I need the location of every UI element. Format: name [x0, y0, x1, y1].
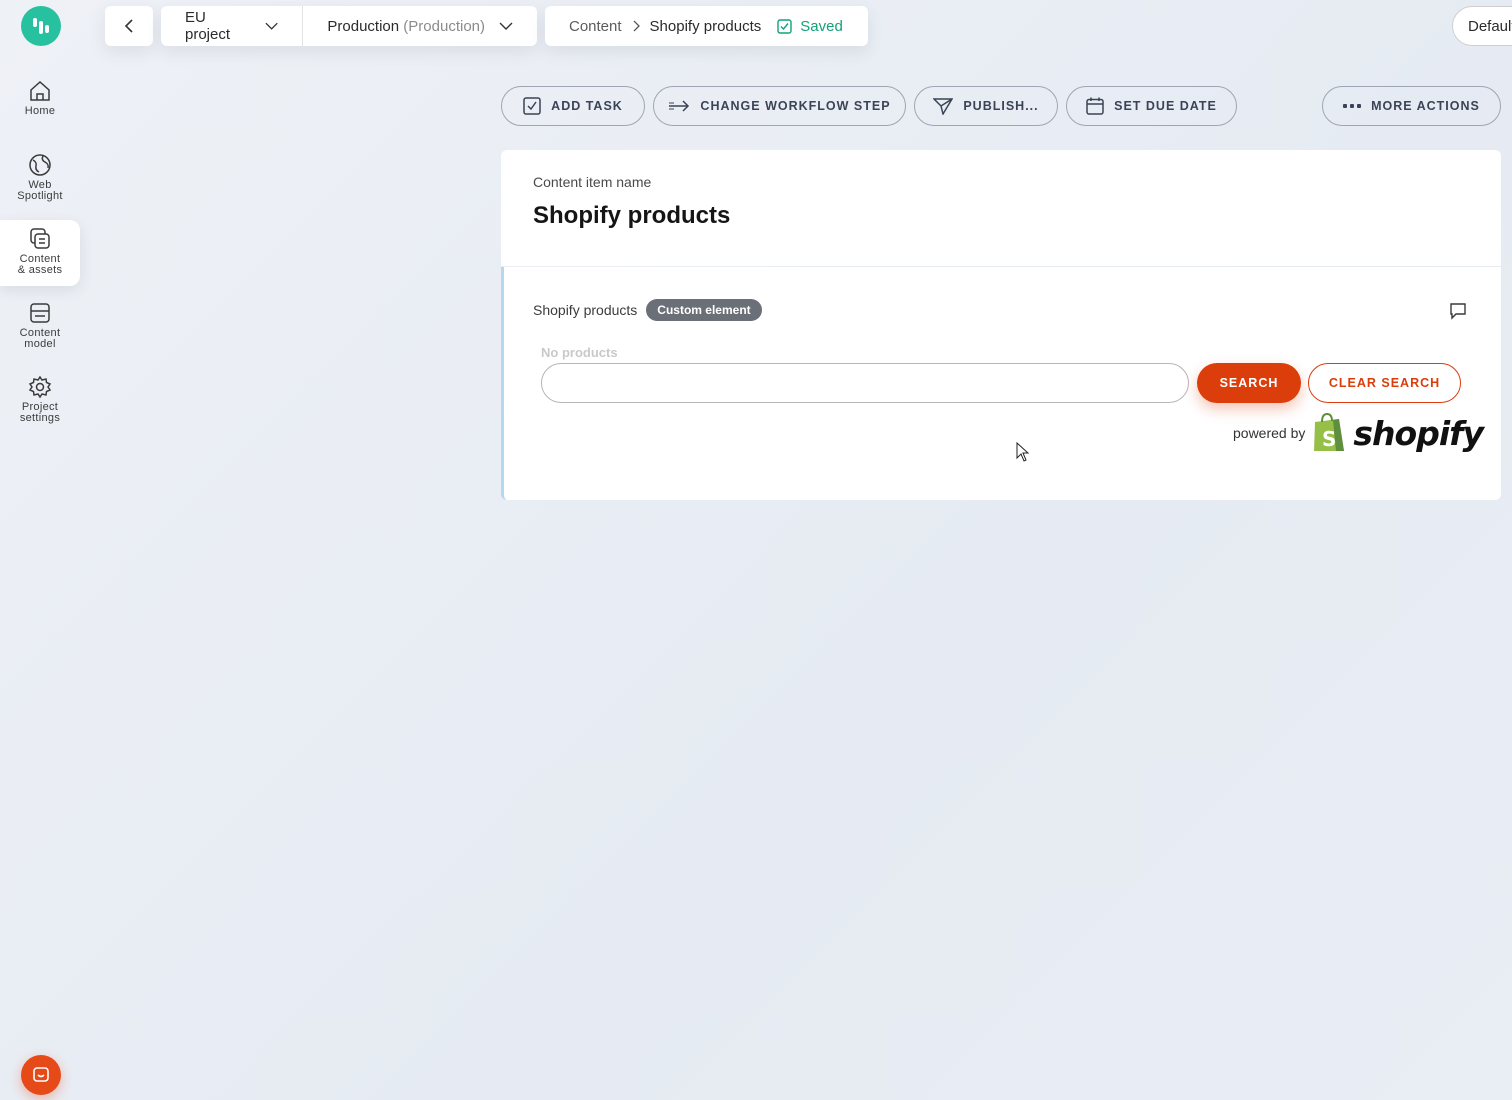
- project-name: EU project: [185, 9, 231, 43]
- nav-label-home: Home: [24, 105, 56, 117]
- comment-icon[interactable]: [1448, 301, 1468, 321]
- nav-item-web-spotlight[interactable]: Web Spotlight: [0, 146, 80, 212]
- add-task-label: ADD TASK: [551, 99, 623, 113]
- breadcrumb: Content Shopify products Saved: [545, 6, 868, 46]
- no-products-text: No products: [541, 345, 618, 360]
- content-item-name-section: Content item name Shopify products: [501, 150, 1501, 266]
- content-assets-icon: [30, 228, 50, 249]
- breadcrumb-current: Shopify products: [649, 17, 762, 35]
- more-dots-icon: [1343, 104, 1362, 108]
- chat-icon: [33, 1067, 49, 1082]
- more-actions-button[interactable]: MORE ACTIONS: [1322, 86, 1501, 126]
- nav-label-content-model: Content model: [19, 327, 61, 350]
- project-selector[interactable]: EU project: [161, 6, 302, 46]
- back-button[interactable]: [105, 6, 153, 46]
- logo-icon: [33, 18, 49, 34]
- chevron-down-icon: [499, 22, 513, 30]
- content-item-name[interactable]: Shopify products: [533, 202, 1469, 230]
- environment-name: Production: [327, 17, 400, 35]
- shopify-bag-icon: S: [1314, 413, 1345, 451]
- shopify-products-element: Shopify products Custom element No produ…: [501, 267, 1501, 500]
- save-status-label: Saved: [800, 17, 843, 35]
- environment-selector[interactable]: Production (Production): [302, 6, 537, 46]
- more-actions-label: MORE ACTIONS: [1371, 99, 1480, 113]
- default-label: Default: [1468, 17, 1512, 35]
- mouse-cursor-icon: [1016, 442, 1030, 462]
- app-logo[interactable]: [21, 6, 61, 46]
- chevron-right-icon: [633, 20, 640, 32]
- save-status: Saved: [777, 18, 843, 35]
- gear-icon: [28, 375, 52, 399]
- task-check-icon: [523, 97, 541, 115]
- content-item-name-label: Content item name: [533, 174, 652, 190]
- product-search-input[interactable]: [541, 363, 1189, 403]
- checkbox-check-icon: [777, 18, 792, 34]
- change-workflow-button[interactable]: CHANGE WORKFLOW STEP: [653, 86, 906, 126]
- nav-item-home[interactable]: Home: [0, 72, 80, 138]
- change-workflow-label: CHANGE WORKFLOW STEP: [700, 99, 891, 113]
- powered-by-shopify: powered by S shopify: [1233, 413, 1484, 453]
- nav-label-web-spotlight: Web Spotlight: [17, 179, 63, 202]
- nav-label-project-settings: Project settings: [19, 401, 61, 424]
- set-due-date-button[interactable]: SET DUE DATE: [1066, 86, 1237, 126]
- chevron-down-icon: [265, 22, 278, 30]
- chevron-left-icon: [124, 19, 133, 33]
- publish-button[interactable]: PUBLISH...: [914, 86, 1058, 126]
- calendar-icon: [1086, 97, 1104, 115]
- content-model-icon: [30, 303, 50, 323]
- search-button[interactable]: SEARCH: [1197, 363, 1301, 403]
- shopify-wordmark: shopify: [1353, 413, 1484, 453]
- add-task-button[interactable]: ADD TASK: [501, 86, 645, 126]
- home-icon: [30, 80, 50, 101]
- help-chat-button[interactable]: [21, 1055, 61, 1095]
- main-nav: Home Web Spotlight Content & assets Cont…: [0, 72, 82, 442]
- nav-label-content-assets: Content & assets: [17, 253, 63, 276]
- environment-note: (Production): [403, 17, 485, 35]
- paper-plane-icon: [933, 98, 954, 115]
- publish-label: PUBLISH...: [963, 99, 1039, 113]
- element-label: Shopify products: [533, 302, 638, 318]
- svg-text:S: S: [1322, 427, 1336, 451]
- custom-element-badge: Custom element: [646, 299, 762, 321]
- project-environment-switcher: EU project Production (Production): [161, 6, 537, 46]
- app-root: Home Web Spotlight Content & assets Cont…: [0, 0, 1512, 1100]
- nav-item-content-assets[interactable]: Content & assets: [0, 220, 80, 286]
- set-due-date-label: SET DUE DATE: [1114, 99, 1217, 113]
- globe-icon: [29, 154, 51, 176]
- breadcrumb-content[interactable]: Content: [569, 18, 622, 35]
- element-header: Shopify products Custom element: [533, 299, 762, 321]
- clear-search-button[interactable]: CLEAR SEARCH: [1308, 363, 1461, 403]
- powered-by-text: powered by: [1233, 425, 1306, 441]
- language-default-button[interactable]: Default: [1452, 6, 1512, 46]
- nav-item-project-settings[interactable]: Project settings: [0, 368, 80, 434]
- arrow-right-icon: [669, 100, 690, 112]
- nav-item-content-model[interactable]: Content model: [0, 294, 80, 360]
